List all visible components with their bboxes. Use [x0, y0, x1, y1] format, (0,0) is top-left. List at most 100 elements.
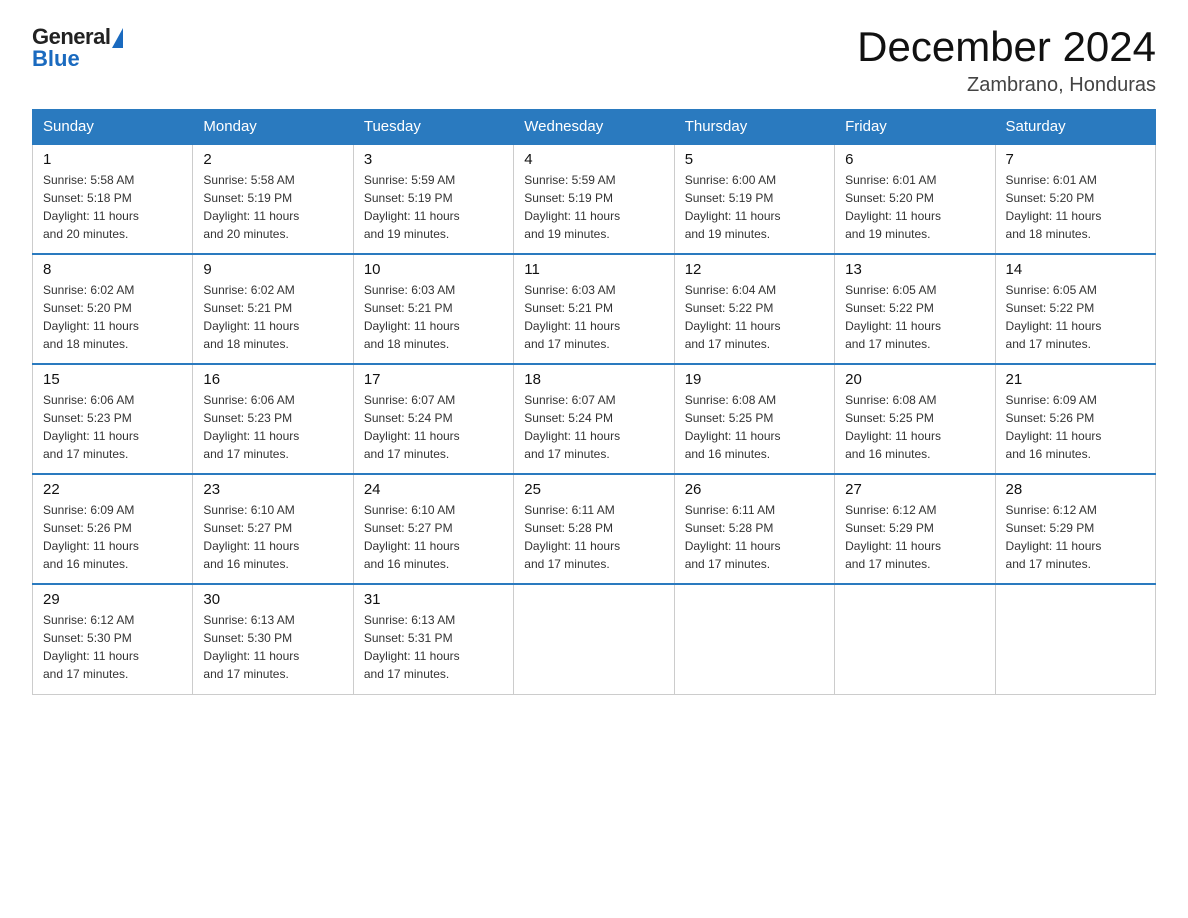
day-info: Sunrise: 6:02 AMSunset: 5:20 PMDaylight:…: [43, 281, 182, 353]
day-info: Sunrise: 6:13 AMSunset: 5:30 PMDaylight:…: [203, 611, 342, 683]
day-number: 27: [845, 481, 984, 498]
logo-blue-text: Blue: [32, 46, 80, 72]
calendar-cell: 3Sunrise: 5:59 AMSunset: 5:19 PMDaylight…: [353, 144, 513, 254]
day-header-thursday: Thursday: [674, 110, 834, 145]
day-info: Sunrise: 6:12 AMSunset: 5:29 PMDaylight:…: [845, 501, 984, 573]
day-number: 17: [364, 371, 503, 388]
calendar-cell: 27 Sunrise: 6:12 AMSunset: 5:29 PMDayligh…: [835, 474, 995, 584]
day-info: Sunrise: 6:05 AMSunset: 5:22 PMDaylight:…: [1006, 281, 1145, 353]
calendar-cell: 8 Sunrise: 6:02 AMSunset: 5:20 PMDaylight…: [33, 254, 193, 364]
day-info: Sunrise: 6:04 AMSunset: 5:22 PMDaylight:…: [685, 281, 824, 353]
calendar-cell: 17 Sunrise: 6:07 AMSunset: 5:24 PMDayligh…: [353, 364, 513, 474]
calendar-cell: 9 Sunrise: 6:02 AMSunset: 5:21 PMDaylight…: [193, 254, 353, 364]
calendar-cell: 1 Sunrise: 5:58 AMSunset: 5:18 PMDaylight…: [33, 144, 193, 254]
day-info: Sunrise: 6:00 AMSunset: 5:19 PMDaylight:…: [685, 171, 824, 243]
day-header-saturday: Saturday: [995, 110, 1155, 145]
calendar-subtitle: Zambrano, Honduras: [857, 74, 1156, 97]
day-info: Sunrise: 6:03 AMSunset: 5:21 PMDaylight:…: [364, 281, 503, 353]
day-number: 12: [685, 261, 824, 278]
calendar-cell: 31Sunrise: 6:13 AMSunset: 5:31 PMDayligh…: [353, 584, 513, 694]
day-number: 22: [43, 481, 182, 498]
logo: General Blue: [32, 24, 123, 72]
day-info: Sunrise: 6:12 AMSunset: 5:29 PMDaylight:…: [1006, 501, 1145, 573]
page-header: General Blue December 2024 Zambrano, Hon…: [32, 24, 1156, 97]
calendar-cell: 23Sunrise: 6:10 AMSunset: 5:27 PMDayligh…: [193, 474, 353, 584]
day-info: Sunrise: 6:06 AMSunset: 5:23 PMDaylight:…: [43, 391, 182, 463]
calendar-cell: 24 Sunrise: 6:10 AMSunset: 5:27 PMDayligh…: [353, 474, 513, 584]
calendar-cell: 4 Sunrise: 5:59 AMSunset: 5:19 PMDaylight…: [514, 144, 674, 254]
calendar-cell: [995, 584, 1155, 694]
day-info: Sunrise: 6:07 AMSunset: 5:24 PMDaylight:…: [524, 391, 663, 463]
day-info: Sunrise: 6:03 AMSunset: 5:21 PMDaylight:…: [524, 281, 663, 353]
calendar-cell: 28 Sunrise: 6:12 AMSunset: 5:29 PMDayligh…: [995, 474, 1155, 584]
calendar-cell: 16 Sunrise: 6:06 AMSunset: 5:23 PMDayligh…: [193, 364, 353, 474]
day-info: Sunrise: 6:01 AMSunset: 5:20 PMDaylight:…: [1006, 171, 1145, 243]
calendar-cell: 2Sunrise: 5:58 AMSunset: 5:19 PMDaylight…: [193, 144, 353, 254]
day-info: Sunrise: 6:02 AMSunset: 5:21 PMDaylight:…: [203, 281, 342, 353]
day-number: 15: [43, 371, 182, 388]
week-row-3: 15 Sunrise: 6:06 AMSunset: 5:23 PMDayligh…: [33, 364, 1156, 474]
days-header-row: SundayMondayTuesdayWednesdayThursdayFrid…: [33, 110, 1156, 145]
day-number: 25: [524, 481, 663, 498]
day-number: 5: [685, 151, 824, 168]
day-number: 8: [43, 261, 182, 278]
calendar-cell: 13 Sunrise: 6:05 AMSunset: 5:22 PMDayligh…: [835, 254, 995, 364]
day-number: 3: [364, 151, 503, 168]
day-info: Sunrise: 6:11 AMSunset: 5:28 PMDaylight:…: [685, 501, 824, 573]
calendar-cell: 25 Sunrise: 6:11 AMSunset: 5:28 PMDayligh…: [514, 474, 674, 584]
day-number: 14: [1006, 261, 1145, 278]
day-info: Sunrise: 6:11 AMSunset: 5:28 PMDaylight:…: [524, 501, 663, 573]
day-header-sunday: Sunday: [33, 110, 193, 145]
title-block: December 2024 Zambrano, Honduras: [857, 24, 1156, 97]
day-info: Sunrise: 6:08 AMSunset: 5:25 PMDaylight:…: [845, 391, 984, 463]
day-info: Sunrise: 6:05 AMSunset: 5:22 PMDaylight:…: [845, 281, 984, 353]
calendar-cell: 20 Sunrise: 6:08 AMSunset: 5:25 PMDayligh…: [835, 364, 995, 474]
calendar-cell: 19Sunrise: 6:08 AMSunset: 5:25 PMDayligh…: [674, 364, 834, 474]
day-number: 31: [364, 591, 503, 608]
calendar-cell: 18Sunrise: 6:07 AMSunset: 5:24 PMDayligh…: [514, 364, 674, 474]
day-number: 13: [845, 261, 984, 278]
calendar-title: December 2024: [857, 24, 1156, 70]
calendar-cell: [514, 584, 674, 694]
day-header-monday: Monday: [193, 110, 353, 145]
week-row-4: 22 Sunrise: 6:09 AMSunset: 5:26 PMDayligh…: [33, 474, 1156, 584]
day-number: 26: [685, 481, 824, 498]
week-row-2: 8 Sunrise: 6:02 AMSunset: 5:20 PMDaylight…: [33, 254, 1156, 364]
calendar-cell: 21Sunrise: 6:09 AMSunset: 5:26 PMDayligh…: [995, 364, 1155, 474]
day-info: Sunrise: 6:10 AMSunset: 5:27 PMDaylight:…: [203, 501, 342, 573]
calendar-cell: 15 Sunrise: 6:06 AMSunset: 5:23 PMDayligh…: [33, 364, 193, 474]
day-info: Sunrise: 6:08 AMSunset: 5:25 PMDaylight:…: [685, 391, 824, 463]
day-number: 4: [524, 151, 663, 168]
calendar-cell: [835, 584, 995, 694]
day-number: 24: [364, 481, 503, 498]
logo-triangle-icon: [112, 28, 123, 48]
day-info: Sunrise: 5:58 AMSunset: 5:18 PMDaylight:…: [43, 171, 182, 243]
day-header-friday: Friday: [835, 110, 995, 145]
calendar-cell: 14 Sunrise: 6:05 AMSunset: 5:22 PMDayligh…: [995, 254, 1155, 364]
day-number: 6: [845, 151, 984, 168]
calendar-cell: 29Sunrise: 6:12 AMSunset: 5:30 PMDayligh…: [33, 584, 193, 694]
day-number: 11: [524, 261, 663, 278]
day-number: 21: [1006, 371, 1145, 388]
calendar-cell: 5 Sunrise: 6:00 AMSunset: 5:19 PMDaylight…: [674, 144, 834, 254]
day-number: 28: [1006, 481, 1145, 498]
day-number: 9: [203, 261, 342, 278]
day-number: 16: [203, 371, 342, 388]
day-info: Sunrise: 6:09 AMSunset: 5:26 PMDaylight:…: [43, 501, 182, 573]
day-number: 10: [364, 261, 503, 278]
day-number: 2: [203, 151, 342, 168]
day-header-wednesday: Wednesday: [514, 110, 674, 145]
day-info: Sunrise: 6:10 AMSunset: 5:27 PMDaylight:…: [364, 501, 503, 573]
day-info: Sunrise: 6:01 AMSunset: 5:20 PMDaylight:…: [845, 171, 984, 243]
day-info: Sunrise: 6:06 AMSunset: 5:23 PMDaylight:…: [203, 391, 342, 463]
calendar-cell: 10 Sunrise: 6:03 AMSunset: 5:21 PMDayligh…: [353, 254, 513, 364]
week-row-1: 1 Sunrise: 5:58 AMSunset: 5:18 PMDaylight…: [33, 144, 1156, 254]
calendar-cell: [674, 584, 834, 694]
day-number: 1: [43, 151, 182, 168]
day-info: Sunrise: 6:07 AMSunset: 5:24 PMDaylight:…: [364, 391, 503, 463]
day-number: 7: [1006, 151, 1145, 168]
day-info: Sunrise: 5:59 AMSunset: 5:19 PMDaylight:…: [524, 171, 663, 243]
day-number: 20: [845, 371, 984, 388]
calendar-cell: 6 Sunrise: 6:01 AMSunset: 5:20 PMDaylight…: [835, 144, 995, 254]
calendar-cell: 11 Sunrise: 6:03 AMSunset: 5:21 PMDayligh…: [514, 254, 674, 364]
